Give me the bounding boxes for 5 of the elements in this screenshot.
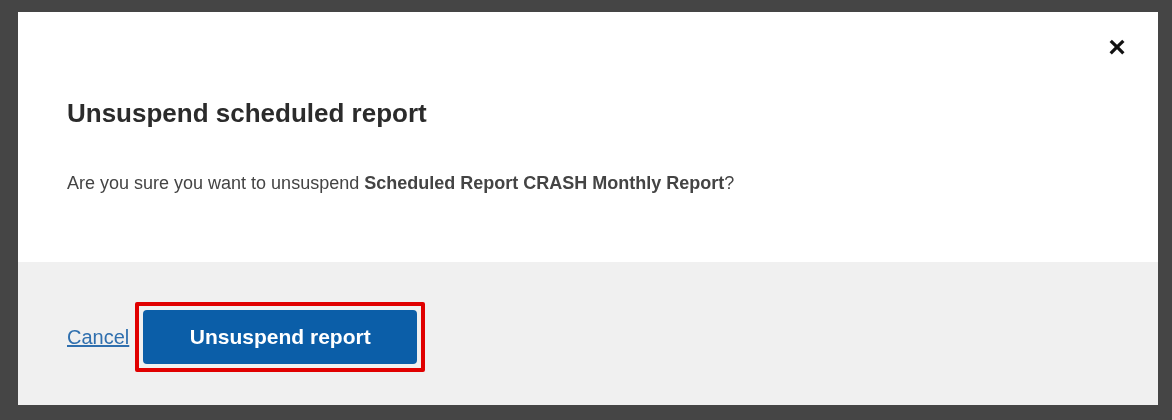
unsuspend-button[interactable]: Unsuspend report [143, 309, 418, 364]
dialog-title: Unsuspend scheduled report [67, 97, 427, 130]
close-button[interactable]: × [1102, 32, 1132, 62]
confirmation-message: Are you sure you want to unsuspend Scheduled Report CRASH Monthly Report? [67, 172, 735, 195]
cancel-link[interactable]: Cancel [67, 321, 130, 352]
